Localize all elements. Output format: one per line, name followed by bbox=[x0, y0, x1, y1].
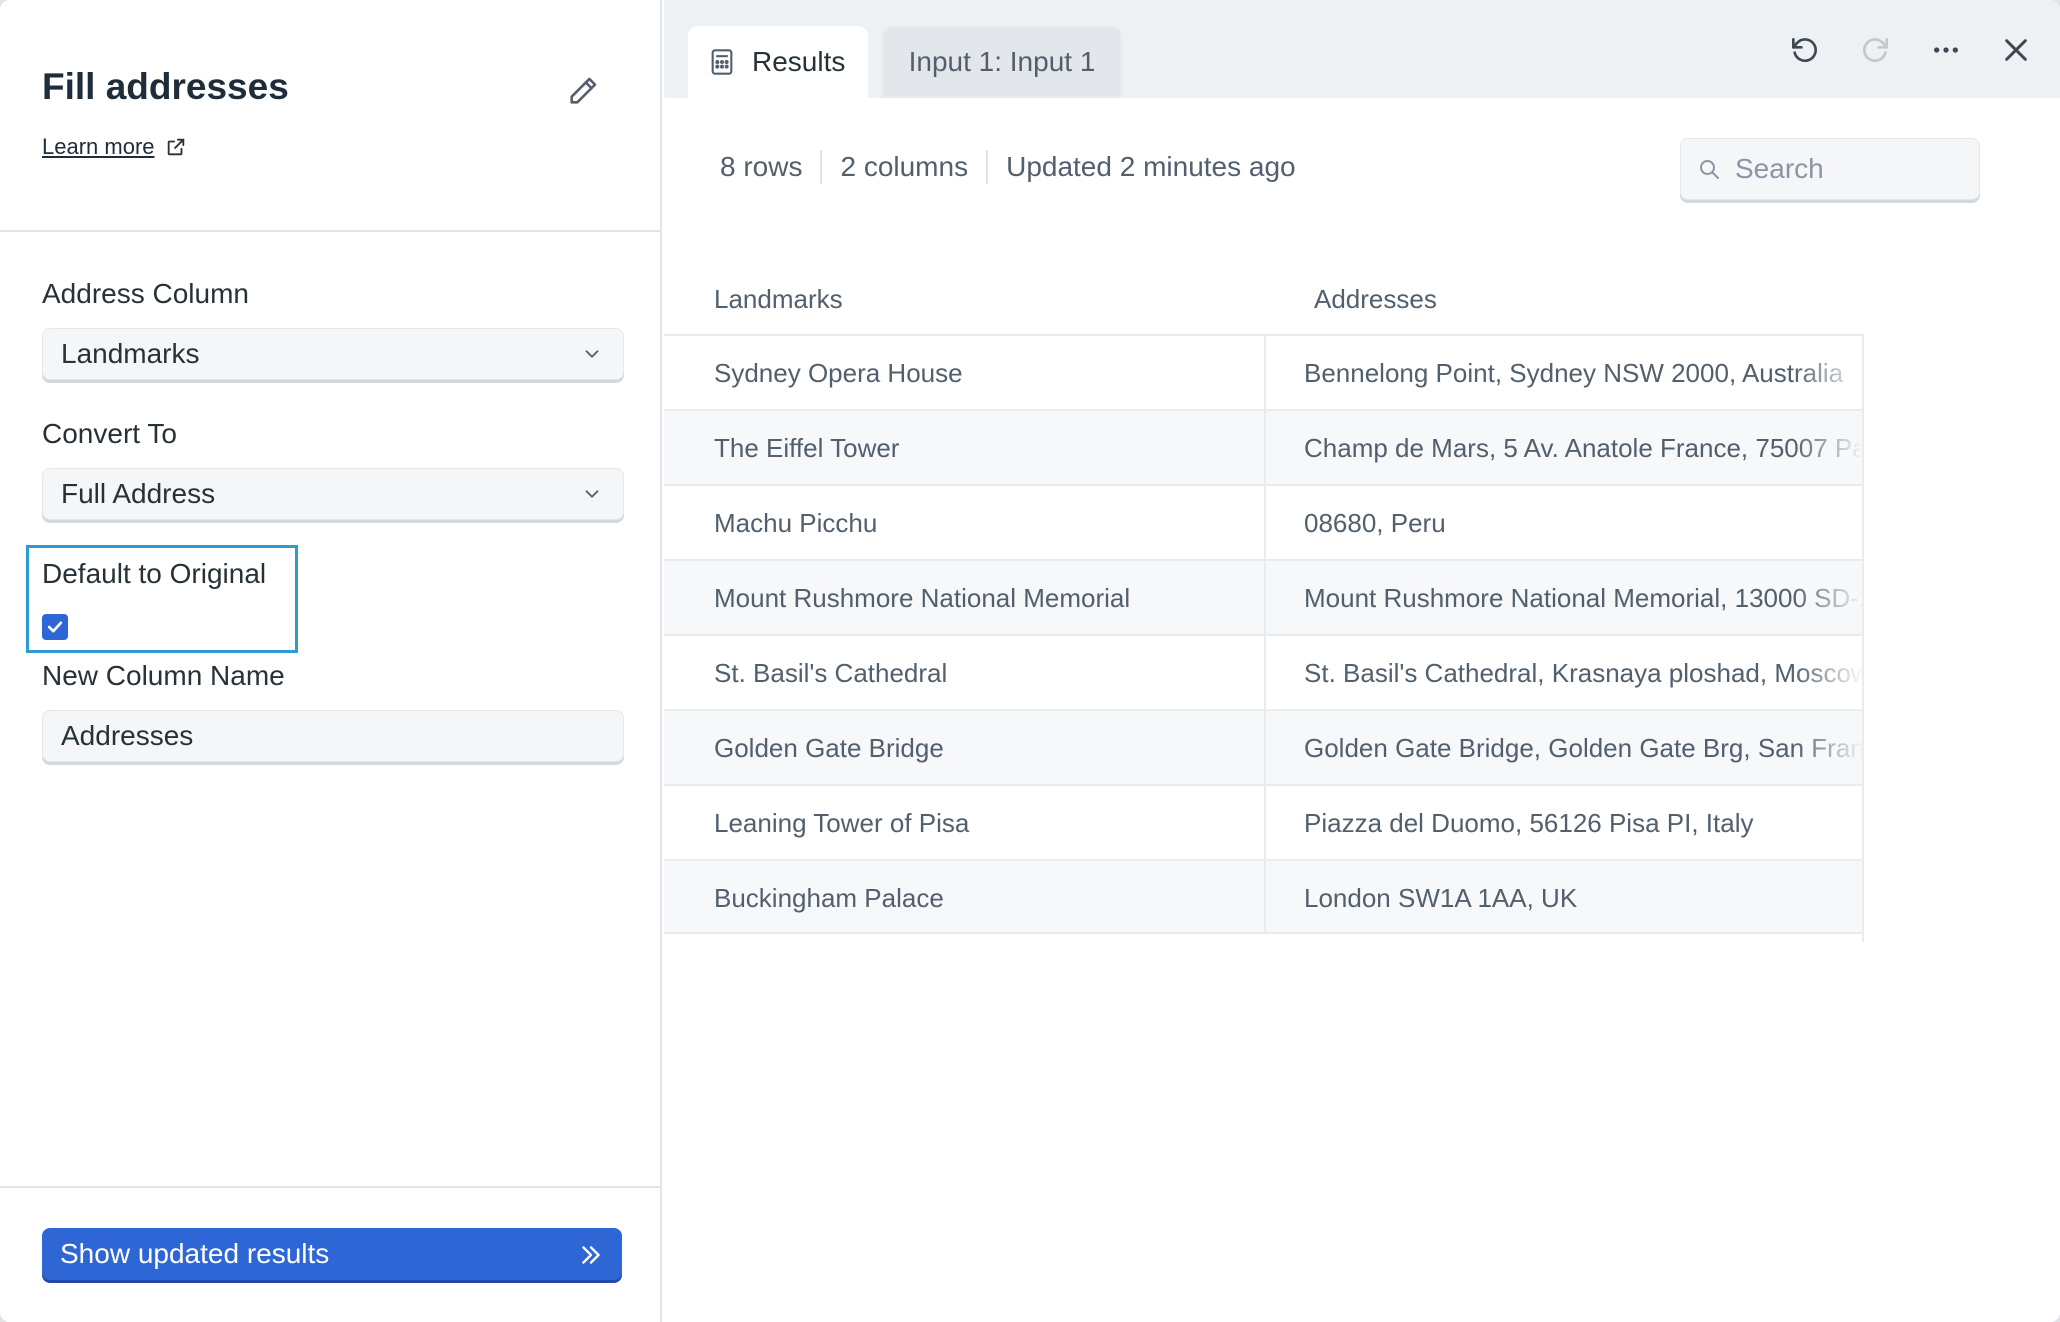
address-cell: Piazza del Duomo, 56126 Pisa PI, Italy bbox=[1264, 786, 1862, 859]
landmark-cell: Machu Picchu bbox=[714, 507, 878, 538]
tab-bar: Results Input 1: Input 1 bbox=[664, 0, 2060, 98]
tab-results-label: Results bbox=[752, 46, 846, 77]
check-icon bbox=[47, 621, 63, 633]
tab-input-1-label: Input 1: Input 1 bbox=[908, 46, 1096, 77]
address-cell: Mount Rushmore National Memorial, 13000 … bbox=[1264, 561, 1862, 634]
close-icon[interactable] bbox=[2000, 34, 2032, 66]
chevron-down-icon bbox=[585, 490, 599, 498]
column-header-addresses[interactable]: Addresses bbox=[1314, 284, 1437, 315]
table-row[interactable]: Mount Rushmore National Memorial Mount Ru… bbox=[664, 559, 1864, 634]
address-cell: London SW1A 1AA, UK bbox=[1264, 861, 1862, 932]
table-row[interactable]: Sydney Opera House Bennelong Point, Sydne… bbox=[664, 334, 1864, 409]
results-table: Landmarks Addresses Sydney Opera House Be… bbox=[664, 270, 1864, 934]
show-results-label: Show updated results bbox=[60, 1238, 330, 1269]
row-count: 8 rows bbox=[720, 151, 803, 182]
chevron-down-icon bbox=[585, 350, 599, 358]
column-header-landmarks[interactable]: Landmarks bbox=[714, 284, 843, 315]
convert-to-value: Full Address bbox=[61, 478, 216, 509]
address-cell: 08680, Peru bbox=[1264, 486, 1862, 559]
search-icon bbox=[1700, 160, 1719, 179]
address-column-select[interactable]: Landmarks bbox=[42, 328, 624, 380]
landmark-cell: St. Basil's Cathedral bbox=[714, 657, 948, 688]
learn-more-label: Learn more bbox=[42, 134, 155, 159]
double-chevron-right-icon bbox=[582, 1246, 600, 1264]
landmark-cell: Leaning Tower of Pisa bbox=[714, 807, 970, 838]
search-placeholder: Search bbox=[1735, 153, 1824, 184]
address-cell: Champ de Mars, 5 Av. Anatole France, 750… bbox=[1264, 411, 1862, 484]
table-border bbox=[1862, 334, 1864, 942]
convert-to-select[interactable]: Full Address bbox=[42, 468, 624, 520]
new-column-input[interactable]: Addresses bbox=[42, 710, 624, 762]
landmark-cell: Mount Rushmore National Memorial bbox=[714, 582, 1131, 613]
default-original-checkbox[interactable] bbox=[42, 614, 68, 640]
undo-icon[interactable] bbox=[1788, 34, 1820, 66]
address-cell: Bennelong Point, Sydney NSW 2000, Austra… bbox=[1264, 336, 1862, 409]
stats-separator bbox=[986, 150, 989, 184]
landmark-cell: Sydney Opera House bbox=[714, 357, 963, 388]
updated-time: Updated 2 minutes ago bbox=[1006, 151, 1296, 182]
results-panel: Results Input 1: Input 1 8 rows 2 column… bbox=[664, 0, 2060, 1322]
table-row[interactable]: Buckingham Palace London SW1A 1AA, UK bbox=[664, 859, 1864, 934]
dialog-window: Fill addresses Learn more Address Column… bbox=[0, 0, 2060, 1322]
column-count: 2 columns bbox=[840, 151, 969, 182]
new-column-label: New Column Name bbox=[42, 660, 285, 691]
table-row[interactable]: St. Basil's Cathedral St. Basil's Cathedr… bbox=[664, 634, 1864, 709]
address-column-value: Landmarks bbox=[61, 338, 200, 369]
table-row[interactable]: Machu Picchu 08680, Peru bbox=[664, 484, 1864, 559]
address-cell: Golden Gate Bridge, Golden Gate Brg, San… bbox=[1264, 711, 1862, 784]
divider bbox=[0, 1186, 662, 1188]
external-link-icon bbox=[167, 138, 184, 156]
panel-title: Fill addresses bbox=[42, 66, 289, 107]
tab-results[interactable]: Results bbox=[688, 26, 868, 98]
config-panel: Fill addresses Learn more Address Column… bbox=[0, 0, 662, 1322]
result-stats: 8 rows 2 columns Updated 2 minutes ago bbox=[720, 150, 1296, 184]
search-input[interactable]: Search bbox=[1680, 138, 1980, 200]
redo-icon[interactable] bbox=[1860, 34, 1892, 66]
table-header: Landmarks Addresses bbox=[664, 270, 1864, 334]
default-original-label: Default to Original bbox=[42, 558, 267, 589]
landmark-cell: Buckingham Palace bbox=[714, 882, 944, 913]
table-row[interactable]: The Eiffel Tower Champ de Mars, 5 Av. Ana… bbox=[664, 409, 1864, 484]
show-updated-results-button[interactable]: Show updated results bbox=[42, 1228, 622, 1280]
learn-more-link[interactable]: Learn more bbox=[42, 134, 187, 160]
new-column-value: Addresses bbox=[61, 720, 194, 751]
landmark-cell: The Eiffel Tower bbox=[714, 432, 900, 463]
convert-to-label: Convert To bbox=[42, 418, 177, 449]
pencil-icon[interactable] bbox=[566, 74, 600, 108]
stats-separator bbox=[820, 150, 823, 184]
more-icon[interactable] bbox=[1930, 34, 1962, 66]
divider bbox=[0, 230, 662, 232]
calculator-icon bbox=[711, 49, 733, 75]
table-row[interactable]: Leaning Tower of Pisa Piazza del Duomo, 5… bbox=[664, 784, 1864, 859]
table-row[interactable]: Golden Gate Bridge Golden Gate Bridge, Go… bbox=[664, 709, 1864, 784]
address-cell: St. Basil's Cathedral, Krasnaya ploshad,… bbox=[1264, 636, 1862, 709]
tab-input-1[interactable]: Input 1: Input 1 bbox=[882, 26, 1122, 98]
landmark-cell: Golden Gate Bridge bbox=[714, 732, 944, 763]
address-column-label: Address Column bbox=[42, 278, 249, 309]
